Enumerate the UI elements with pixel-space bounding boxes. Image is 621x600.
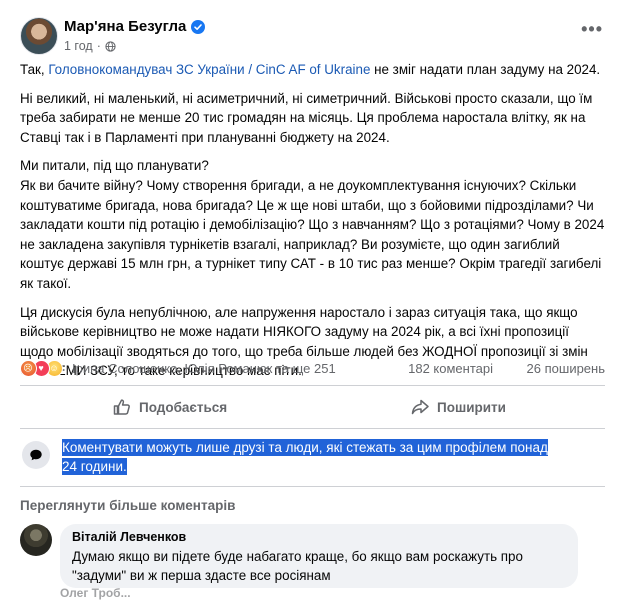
- post-paragraph-2: Ні великий, ні маленький, ні асиметрични…: [20, 90, 593, 145]
- mention-link-cinc[interactable]: CinC AF of Ukraine: [256, 62, 371, 77]
- post-meta: 1 год ·: [64, 39, 116, 53]
- reacted-names[interactable]: Ірина Солошенко, Юлія Романюк та ще 251: [72, 361, 336, 376]
- post-paragraph-1: Так, Головнокомандувач ЗС України / CinC…: [20, 60, 605, 80]
- view-more-comments-link[interactable]: Переглянути більше коментарів: [20, 498, 235, 513]
- commenter-avatar[interactable]: [20, 524, 52, 556]
- like-button[interactable]: Подобається: [112, 392, 227, 422]
- share-button[interactable]: Поширити: [410, 392, 506, 422]
- author-row: Мар'яна Безугла: [64, 18, 206, 35]
- mention-link-commander[interactable]: Головнокомандувач ЗС України: [48, 62, 244, 77]
- paragraph-text: не зміг надати план задуму на 2024.: [370, 62, 601, 77]
- reactions-summary: ☺ ♥ ☹ Ірина Солошенко, Юлія Романюк та щ…: [20, 359, 605, 381]
- comment-text: Думаю якщо ви підете буде набагато краще…: [72, 549, 523, 583]
- shares-count[interactable]: 26 поширень: [527, 361, 605, 376]
- comment-bubble: Віталій Левченков Думаю якщо ви підете б…: [60, 524, 578, 588]
- share-label: Поширити: [437, 399, 506, 415]
- angry-reaction-icon[interactable]: ☹: [20, 360, 37, 377]
- author-avatar[interactable]: [20, 17, 58, 55]
- next-comment-author-partial: Олег Троб...: [60, 586, 131, 600]
- divider: [20, 385, 605, 386]
- verified-badge-icon: [191, 19, 206, 34]
- comment-restriction-notice: Коментувати можуть лише друзі та люди, я…: [62, 439, 552, 476]
- more-options-icon[interactable]: •••: [581, 20, 603, 38]
- meta-separator: ·: [96, 39, 101, 53]
- thumbs-up-icon: [112, 397, 132, 417]
- globe-icon[interactable]: [105, 40, 116, 52]
- notice-text: Коментувати можуть лише друзі та люди, я…: [62, 439, 548, 475]
- paragraph-text: Як ви бачите війну? Чому створення брига…: [20, 177, 605, 291]
- post-paragraph-3: Ми питали, під що планувати? Як ви бачите…: [20, 156, 605, 293]
- post-body: Так, Головнокомандувач ЗС України / CinC…: [20, 60, 605, 390]
- divider: [20, 486, 605, 487]
- author-name[interactable]: Мар'яна Безугла: [64, 18, 186, 35]
- mention-separator: /: [244, 62, 256, 77]
- comment-restricted-icon: [22, 441, 50, 469]
- paragraph-text: Так,: [20, 62, 49, 77]
- comments-count[interactable]: 182 коментарі: [408, 361, 493, 376]
- like-label: Подобається: [139, 399, 228, 415]
- comment-author[interactable]: Віталій Левченков: [72, 530, 566, 544]
- post-timestamp[interactable]: 1 год: [64, 39, 93, 53]
- share-arrow-icon: [410, 397, 430, 417]
- action-bar: Подобається Поширити: [20, 392, 605, 422]
- paragraph-text: Ми питали, під що планувати?: [20, 158, 209, 174]
- facebook-post-card: Мар'яна Безугла 1 год · ••• Так, Головно…: [0, 0, 621, 600]
- divider: [20, 428, 605, 429]
